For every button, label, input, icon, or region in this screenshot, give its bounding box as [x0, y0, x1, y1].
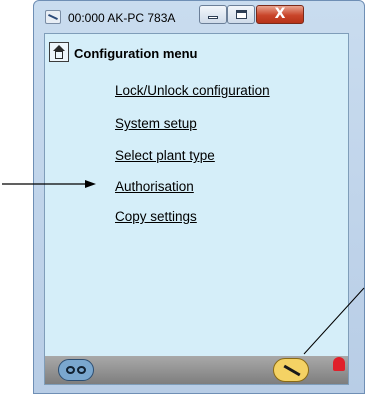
menu-item-select-plant-type[interactable]: Select plant type [115, 148, 215, 163]
glasses-icon[interactable] [58, 359, 94, 381]
menu-item-system-setup[interactable]: System setup [115, 116, 197, 131]
window-app-icon [45, 10, 61, 24]
minimize-icon [208, 16, 218, 19]
maximize-button[interactable] [227, 5, 255, 24]
page-title: Configuration menu [74, 46, 198, 61]
close-icon: X [274, 6, 286, 22]
alarm-icon[interactable] [333, 357, 345, 371]
menu-item-authorisation[interactable]: Authorisation [115, 179, 194, 194]
close-button[interactable]: X [256, 5, 304, 24]
home-icon[interactable] [49, 42, 69, 62]
maximize-icon [236, 10, 247, 19]
wrench-icon[interactable] [273, 358, 309, 382]
app-window: 00:000 AK-PC 783A X Configuration menu L… [33, 0, 365, 394]
menu-item-copy-settings[interactable]: Copy settings [115, 209, 197, 224]
menu-item-lock-unlock[interactable]: Lock/Unlock configuration [115, 83, 270, 98]
title-bar[interactable]: 00:000 AK-PC 783A X [34, 1, 364, 33]
minimize-button[interactable] [199, 5, 227, 24]
configuration-panel: Configuration menu Lock/Unlock configura… [44, 33, 349, 385]
window-title: 00:000 AK-PC 783A [68, 11, 176, 25]
status-bar [45, 356, 348, 384]
